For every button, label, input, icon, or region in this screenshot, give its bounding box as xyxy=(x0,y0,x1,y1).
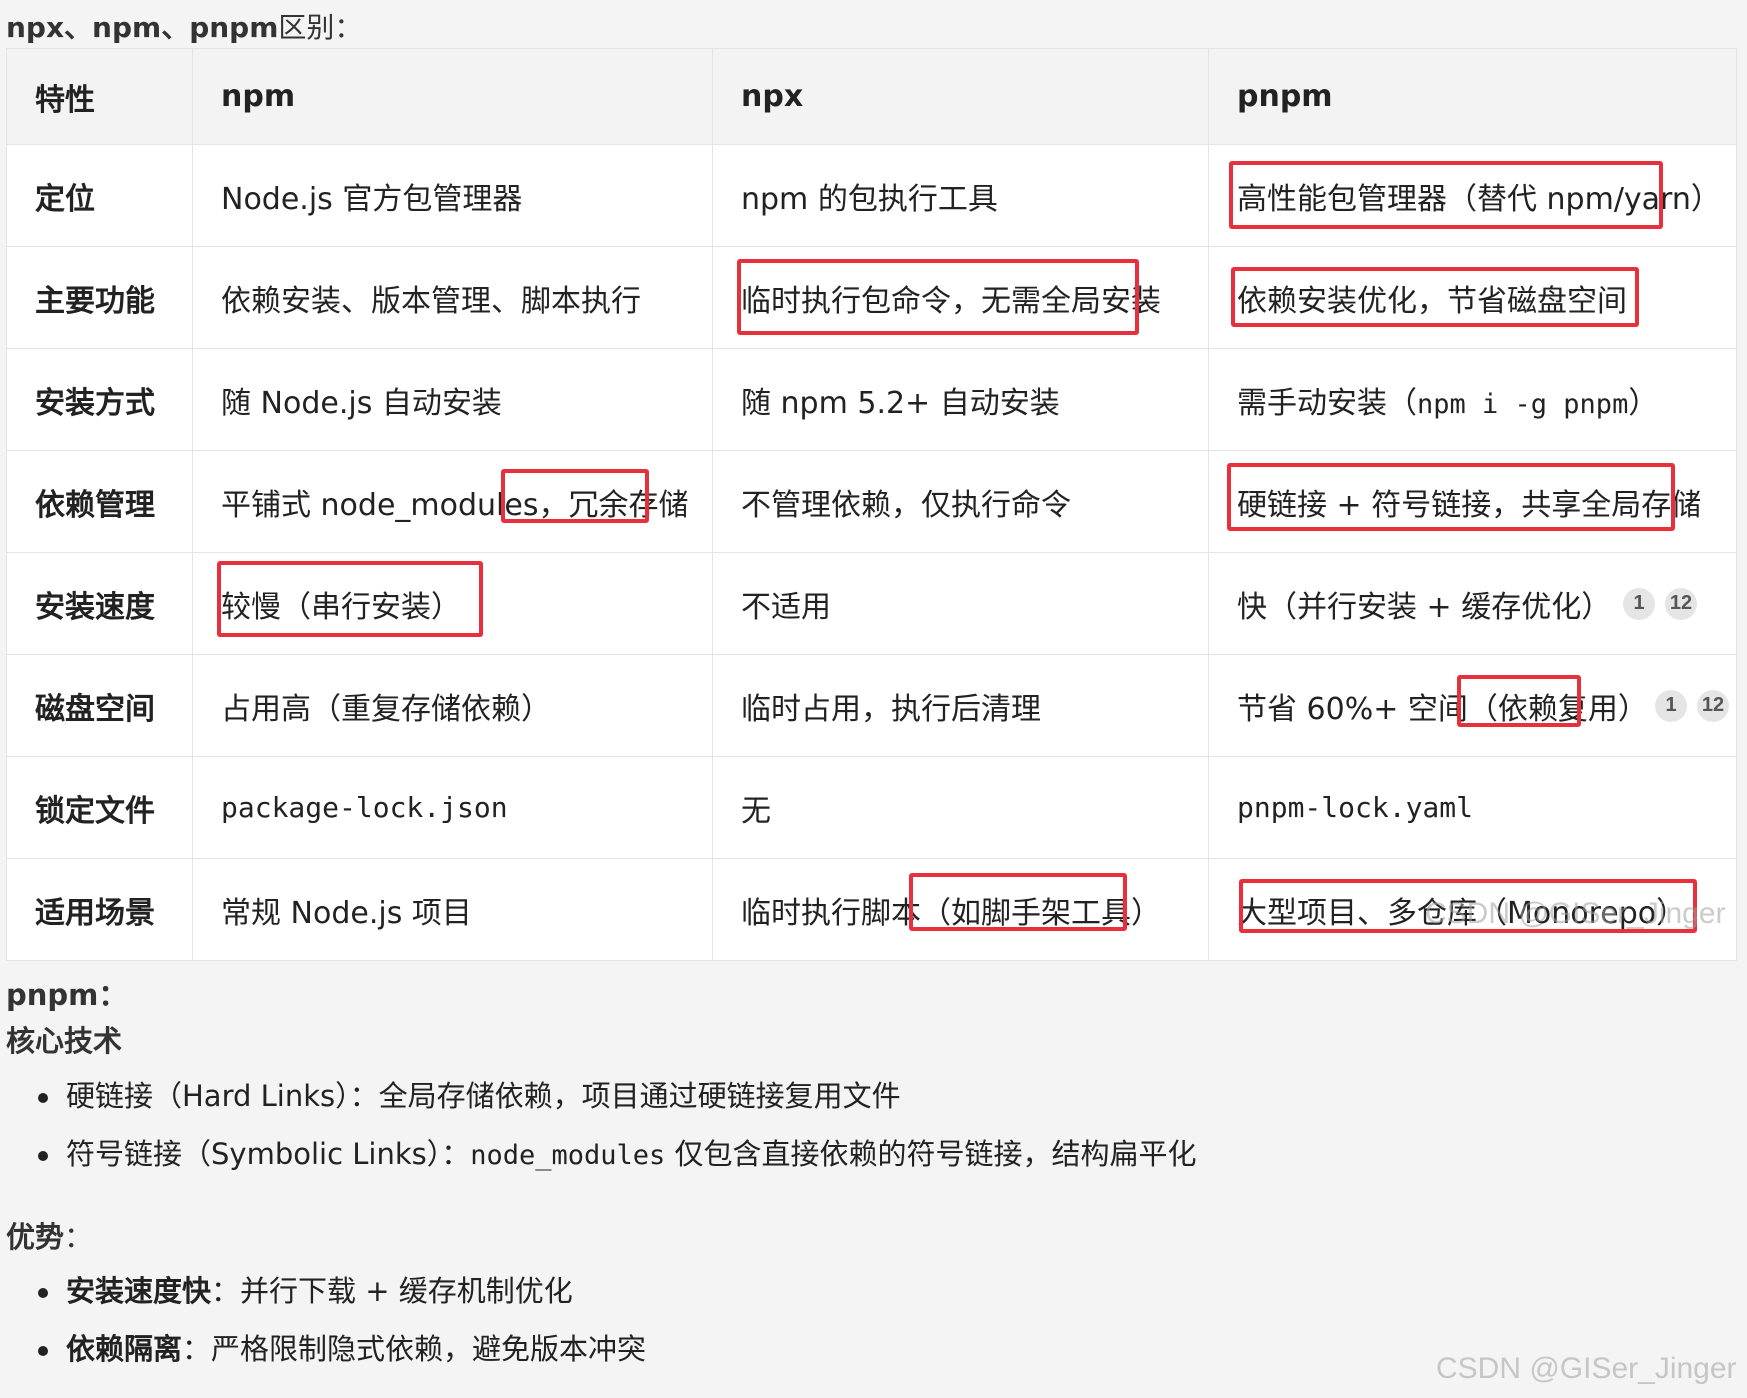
cell-pnpm-text: 快（并行安装 + 缓存优化） xyxy=(1237,589,1612,625)
cell-npx-text: 临时执行包命令，无需全局安装 xyxy=(741,283,1161,319)
cell-npm: 较慢（串行安装） xyxy=(192,552,713,655)
row-feature-main-function: 主要功能 xyxy=(6,246,193,349)
cell-pnpm-text: 节省 60%+ 空间（依赖复用） xyxy=(1237,691,1648,727)
header-npm: npm xyxy=(192,48,713,145)
advantages-title-colon: ： xyxy=(64,1220,94,1254)
table-body: 定位 Node.js 官方包管理器 npm 的包执行工具 高性能包管理器（替代 … xyxy=(6,144,1737,961)
advantage-desc: ：并行下载 + 缓存机制优化 xyxy=(211,1274,573,1308)
cell-npx: 临时执行脚本（如脚手架工具） xyxy=(712,858,1209,961)
advantages-title: 优势： xyxy=(6,1214,93,1256)
cell-pnpm: 需手动安装（npm i -g pnpm） xyxy=(1208,348,1737,451)
citation-badges: 1 12 xyxy=(1655,689,1729,722)
advantage-label: 依赖隔离 xyxy=(66,1332,183,1366)
cell-pnpm-post: ） xyxy=(1628,385,1659,421)
cell-pnpm: 大型项目、多仓库（Monorepo） CSDN @GISer_Jinger xyxy=(1208,858,1737,961)
cell-npx: 临时占用，执行后清理 xyxy=(712,654,1209,757)
cell-npx: 不管理依赖，仅执行命令 xyxy=(712,450,1209,553)
cell-npm: package-lock.json xyxy=(192,756,713,859)
advantages-title-text: 优势 xyxy=(6,1220,65,1254)
table-row: 锁定文件 package-lock.json 无 pnpm-lock.yaml xyxy=(6,756,1737,859)
row-feature-use-case: 适用场景 xyxy=(6,858,193,961)
row-feature-install-speed: 安装速度 xyxy=(6,552,193,655)
cell-npm-text: 较慢（串行安装） xyxy=(221,589,461,625)
cell-pnpm-pre: 需手动安装（ xyxy=(1237,385,1417,421)
list-item: 硬链接（Hard Links）：全局存储依赖，项目通过硬链接复用文件 xyxy=(6,1067,1706,1125)
citation-badge[interactable]: 1 xyxy=(1655,689,1687,722)
cell-npm: 依赖安装、版本管理、脚本执行 xyxy=(192,246,713,349)
list-item: 依赖隔离：严格限制隐式依赖，避免版本冲突 xyxy=(6,1320,1706,1378)
citation-badge[interactable]: 12 xyxy=(1697,689,1729,722)
install-command: npm i -g pnpm xyxy=(1417,388,1629,420)
row-feature-positioning: 定位 xyxy=(6,144,193,247)
header-row: 特性 npm npx pnpm xyxy=(6,48,1737,145)
advantage-desc: ：严格限制隐式依赖，避免版本冲突 xyxy=(182,1332,647,1366)
cell-npx: 随 npm 5.2+ 自动安装 xyxy=(712,348,1209,451)
node-modules-code: node_modules xyxy=(470,1140,666,1171)
intro-tools: npx、npm、pnpm xyxy=(6,11,279,44)
cell-npm: 随 Node.js 自动安装 xyxy=(192,348,713,451)
symlinks-post: 仅包含直接依赖的符号链接，结构扁平化 xyxy=(665,1137,1197,1171)
header-npx: npx xyxy=(712,48,1209,145)
cell-pnpm: pnpm-lock.yaml xyxy=(1208,756,1737,859)
row-feature-install-method: 安装方式 xyxy=(6,348,193,451)
cell-npm: 占用高（重复存储依赖） xyxy=(192,654,713,757)
citation-badge[interactable]: 1 xyxy=(1623,587,1655,620)
cell-npm-text: 平铺式 node_modules，冗余存储 xyxy=(221,487,689,523)
cell-npx-text: 临时执行脚本（如脚手架工具） xyxy=(741,895,1161,931)
cell-npx: npm 的包执行工具 xyxy=(712,144,1209,247)
table-row: 依赖管理 平铺式 node_modules，冗余存储 不管理依赖，仅执行命令 硬… xyxy=(6,450,1737,553)
list-item: 符号链接（Symbolic Links）：node_modules 仅包含直接依… xyxy=(6,1125,1706,1183)
comparison-table: 特性 npm npx pnpm 定位 Node.js 官方包管理器 npm 的包… xyxy=(6,48,1737,961)
citation-badges: 1 12 xyxy=(1623,587,1697,620)
cell-npm: Node.js 官方包管理器 xyxy=(192,144,713,247)
citation-badge[interactable]: 12 xyxy=(1665,587,1697,620)
table-row: 磁盘空间 占用高（重复存储依赖） 临时占用，执行后清理 节省 60%+ 空间（依… xyxy=(6,654,1737,757)
list-item: 安装速度快：并行下载 + 缓存机制优化 xyxy=(6,1262,1706,1320)
table-row: 主要功能 依赖安装、版本管理、脚本执行 临时执行包命令，无需全局安装 依赖安装优… xyxy=(6,246,1737,349)
intro-suffix: 区别： xyxy=(278,11,363,44)
cell-npx: 不适用 xyxy=(712,552,1209,655)
cell-npx: 无 xyxy=(712,756,1209,859)
cell-pnpm: 依赖安装优化，节省磁盘空间 xyxy=(1208,246,1737,349)
cell-pnpm-text: 依赖安装优化，节省磁盘空间 xyxy=(1237,283,1627,319)
header-feature: 特性 xyxy=(6,48,193,145)
symlinks-pre: 符号链接（Symbolic Links）： xyxy=(66,1137,471,1171)
cell-npx: 临时执行包命令，无需全局安装 xyxy=(712,246,1209,349)
cell-npm: 平铺式 node_modules，冗余存储 xyxy=(192,450,713,553)
cell-pnpm: 硬链接 + 符号链接，共享全局存储 xyxy=(1208,450,1737,553)
cell-npm: 常规 Node.js 项目 xyxy=(192,858,713,961)
table-row: 定位 Node.js 官方包管理器 npm 的包执行工具 高性能包管理器（替代 … xyxy=(6,144,1737,247)
cell-pnpm: 高性能包管理器（替代 npm/yarn） xyxy=(1208,144,1737,247)
cell-pnpm: 节省 60%+ 空间（依赖复用） 1 12 xyxy=(1208,654,1737,757)
pnpm-section-title: pnpm： xyxy=(6,978,128,1012)
table-header: 特性 npm npx pnpm xyxy=(6,48,1737,145)
cell-pnpm-text: 大型项目、多仓库（Monorepo） xyxy=(1237,895,1687,931)
core-tech-list: 硬链接（Hard Links）：全局存储依赖，项目通过硬链接复用文件 符号链接（… xyxy=(6,1067,1706,1183)
table-row: 适用场景 常规 Node.js 项目 临时执行脚本（如脚手架工具） 大型项目、多… xyxy=(6,858,1737,961)
advantage-label: 安装速度快 xyxy=(66,1274,212,1308)
row-feature-disk-space: 磁盘空间 xyxy=(6,654,193,757)
hard-links-text: 硬链接（Hard Links）：全局存储依赖，项目通过硬链接复用文件 xyxy=(66,1079,901,1113)
cell-pnpm: 快（并行安装 + 缓存优化） 1 12 xyxy=(1208,552,1737,655)
table-row: 安装速度 较慢（串行安装） 不适用 快（并行安装 + 缓存优化） 1 12 xyxy=(6,552,1737,655)
cell-pnpm-text: 硬链接 + 符号链接，共享全局存储 xyxy=(1237,487,1702,523)
advantages-list: 安装速度快：并行下载 + 缓存机制优化 依赖隔离：严格限制隐式依赖，避免版本冲突 xyxy=(6,1262,1706,1378)
header-pnpm: pnpm xyxy=(1208,48,1737,145)
core-tech-title: 核心技术 xyxy=(6,1024,123,1058)
intro-heading: npx、npm、pnpm区别： xyxy=(6,6,362,46)
row-feature-dependency-management: 依赖管理 xyxy=(6,450,193,553)
row-feature-lock-file: 锁定文件 xyxy=(6,756,193,859)
table-row: 安装方式 随 Node.js 自动安装 随 npm 5.2+ 自动安装 需手动安… xyxy=(6,348,1737,451)
cell-pnpm-text: 高性能包管理器（替代 npm/yarn） xyxy=(1237,181,1721,217)
